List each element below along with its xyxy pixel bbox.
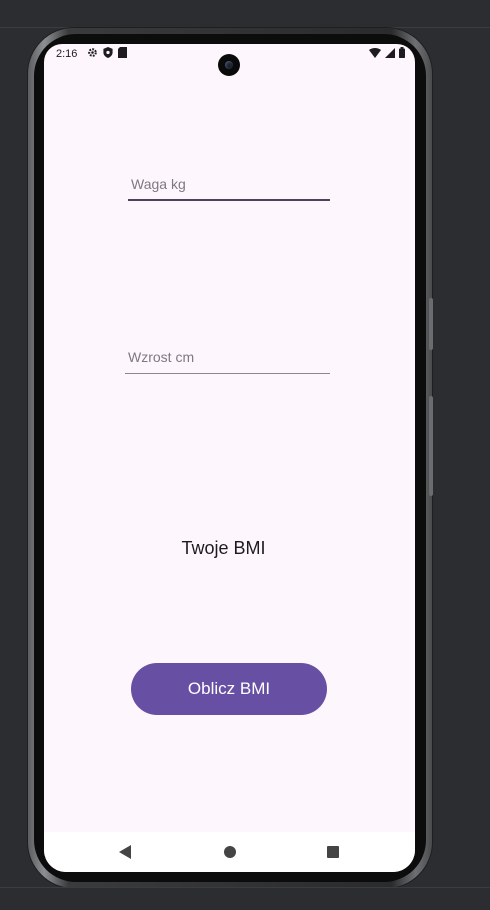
status-time: 2:16 (56, 48, 78, 60)
navigation-bar (44, 832, 415, 872)
window-top-strip (0, 0, 490, 28)
power-button (429, 298, 433, 350)
weight-input[interactable] (128, 169, 330, 201)
sd-card-icon (118, 47, 127, 58)
volume-button (429, 396, 433, 496)
battery-icon (399, 47, 405, 58)
bmi-result-label: Twoje BMI (181, 538, 266, 558)
front-camera (218, 54, 240, 76)
window-bottom-strip (0, 887, 490, 910)
shield-icon (103, 47, 113, 58)
recents-icon[interactable] (327, 846, 339, 858)
gear-icon (88, 48, 97, 57)
back-icon[interactable] (119, 845, 131, 859)
status-icons-left (87, 47, 127, 58)
status-icons-right (369, 47, 405, 58)
wifi-icon (369, 47, 381, 58)
app-screen: 2:16 Waga kg Wzrost cm Twoje BMI Oblicz … (44, 44, 415, 872)
home-icon[interactable] (224, 846, 236, 858)
signal-icon (385, 47, 395, 58)
height-input[interactable] (125, 341, 330, 374)
calculate-bmi-button[interactable]: Oblicz BMI (131, 663, 327, 715)
